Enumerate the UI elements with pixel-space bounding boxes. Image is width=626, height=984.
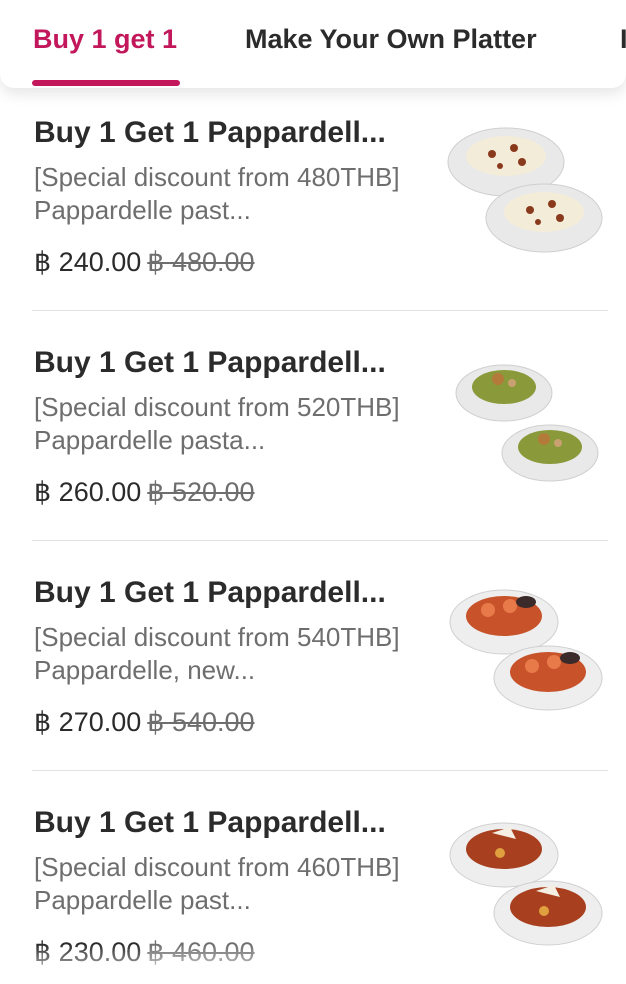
menu-item-original-price: ฿ 540.00: [147, 707, 255, 737]
active-tab-indicator: [32, 80, 180, 86]
menu-item[interactable]: Buy 1 Get 1 Pappardell... [Special disco…: [0, 548, 626, 778]
two-bowls-pesto-pasta-icon: [455, 364, 599, 482]
menu-item-original-price: ฿ 520.00: [147, 477, 255, 507]
menu-item-description: [Special discount from 480THB] Pappardel…: [34, 162, 400, 225]
menu-item-title: Buy 1 Get 1 Pappardell...: [34, 806, 386, 839]
tab-make-your-own-platter[interactable]: Make Your Own Platter: [245, 24, 537, 60]
item-divider: [32, 310, 608, 311]
menu-item-price-row: ฿ 270.00 ฿ 540.00: [34, 707, 255, 738]
two-bowls-bolognese-pasta-icon: [449, 822, 603, 946]
menu-item-title: Buy 1 Get 1 Pappardell...: [34, 116, 386, 149]
menu-item-price-row: ฿ 260.00 ฿ 520.00: [34, 477, 255, 508]
menu-item-price: ฿ 270.00: [34, 707, 142, 737]
item-divider: [32, 540, 608, 541]
menu-item-title: Buy 1 Get 1 Pappardell...: [34, 576, 386, 609]
menu-item-description: [Special discount from 520THB] Pappardel…: [34, 392, 400, 455]
two-bowls-cream-pasta-icon: [447, 127, 603, 253]
menu-item-description: [Special discount from 540THB] Pappardel…: [34, 622, 400, 685]
two-bowls-seafood-pasta-icon: [449, 589, 603, 711]
tab-buy-1-get-1[interactable]: Buy 1 get 1: [33, 24, 177, 60]
menu-item-original-price: ฿ 480.00: [147, 247, 255, 277]
menu-item[interactable]: Buy 1 Get 1 Pappardell... [Special disco…: [0, 88, 626, 318]
menu-item[interactable]: Buy 1 Get 1 Pappardell... [Special disco…: [0, 318, 626, 548]
menu-item-title: Buy 1 Get 1 Pappardell...: [34, 346, 386, 379]
menu-item-price: ฿ 240.00: [34, 247, 142, 277]
menu-item-description: [Special discount from 460THB] Pappardel…: [34, 852, 400, 915]
menu-item-price-row: ฿ 240.00 ฿ 480.00: [34, 247, 255, 278]
bottom-fade-overlay: [0, 944, 626, 984]
category-tab-bar: Buy 1 get 1 Make Your Own Platter I: [0, 0, 626, 88]
menu-item-price: ฿ 260.00: [34, 477, 142, 507]
tab-next-category[interactable]: I: [620, 24, 626, 60]
item-divider: [32, 770, 608, 771]
